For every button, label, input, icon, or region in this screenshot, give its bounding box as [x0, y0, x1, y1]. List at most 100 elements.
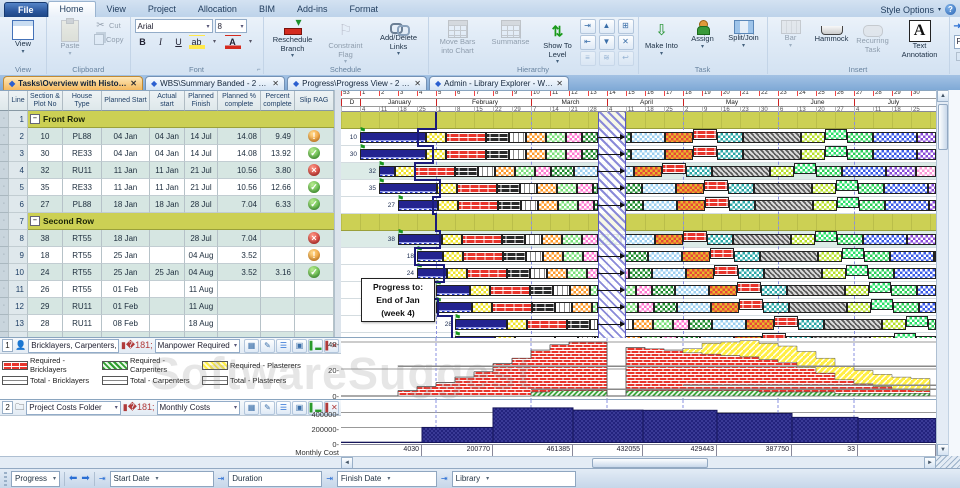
- column-header[interactable]: Line: [9, 91, 28, 111]
- close-icon[interactable]: ✕: [272, 79, 279, 88]
- cost-folder-combo[interactable]: Project Costs Folder▾: [26, 401, 121, 415]
- planned-start-cell[interactable]: 25 Jan: [102, 264, 150, 281]
- planned-pct-cell[interactable]: [218, 315, 261, 332]
- row-selector[interactable]: [0, 162, 9, 179]
- planned-start-cell[interactable]: 04 Jan: [102, 128, 150, 145]
- ribbon-tab-bim[interactable]: BIM: [248, 2, 286, 17]
- close-icon[interactable]: ✕: [414, 79, 421, 88]
- column-header[interactable]: House Type: [63, 91, 102, 111]
- ribbon-tab-home[interactable]: Home: [48, 1, 96, 17]
- delete-row-icon[interactable]: ✕: [618, 35, 634, 50]
- row-selector[interactable]: [0, 230, 9, 247]
- house-type-cell[interactable]: RT55: [63, 281, 102, 298]
- font-size-combo[interactable]: 8▾: [215, 19, 247, 33]
- highlight-button[interactable]: ab: [189, 35, 205, 50]
- bar-button[interactable]: Bar▾: [772, 19, 810, 62]
- summary-row[interactable]: 1–Front Row: [0, 111, 334, 128]
- actual-start-cell[interactable]: [150, 230, 185, 247]
- copy-button[interactable]: Copy: [92, 33, 126, 46]
- toolbar-handle[interactable]: [4, 472, 7, 486]
- house-type-cell[interactable]: RT55: [63, 230, 102, 247]
- percent-complete-cell[interactable]: 3.16: [261, 264, 295, 281]
- edit-graph-icon[interactable]: ✎: [260, 401, 275, 415]
- split-join-button[interactable]: Split/Join▾: [725, 19, 763, 62]
- plot-number-cell[interactable]: 29: [28, 298, 63, 315]
- table-row[interactable]: 1126RT5501 Feb11 Aug: [0, 281, 334, 298]
- actual-start-cell[interactable]: [150, 298, 185, 315]
- table-row[interactable]: 1328RU1108 Feb18 Aug: [0, 315, 334, 332]
- percent-complete-cell[interactable]: 13.92: [261, 145, 295, 162]
- close-icon[interactable]: ✕: [130, 79, 137, 88]
- file-tab[interactable]: File: [4, 2, 48, 17]
- cut-button[interactable]: ✂Cut: [92, 19, 126, 32]
- document-tab[interactable]: ◆Progress\Progress View - 2 Sto...✕: [287, 76, 427, 90]
- actual-start-cell[interactable]: 04 Jan: [150, 145, 185, 162]
- font-dialog-launcher[interactable]: ⌐: [257, 67, 261, 73]
- planned-start-cell[interactable]: 25 Jan: [102, 247, 150, 264]
- plot-number-cell[interactable]: 18: [28, 247, 63, 264]
- house-type-cell[interactable]: PL88: [63, 128, 102, 145]
- planned-pct-cell[interactable]: [218, 281, 261, 298]
- planned-pct-cell[interactable]: 3.52: [218, 247, 261, 264]
- statusbar-field-duration[interactable]: Duration: [228, 471, 322, 487]
- undo-move-icon[interactable]: ↩: [618, 51, 634, 66]
- planned-finish-cell[interactable]: 28 Jul: [185, 230, 218, 247]
- collapse-icon[interactable]: ≋: [599, 51, 615, 66]
- planned-start-cell[interactable]: 18 Jan: [102, 196, 150, 213]
- percent-complete-cell[interactable]: [261, 298, 295, 315]
- planned-start-cell[interactable]: 01 Feb: [102, 298, 150, 315]
- column-header[interactable]: Actual start: [150, 91, 185, 111]
- house-type-cell[interactable]: RU11: [63, 298, 102, 315]
- summary-cell[interactable]: –Second Row: [28, 213, 334, 230]
- summary-row[interactable]: 7–Second Row: [0, 213, 334, 230]
- paste-button[interactable]: Paste▾: [51, 19, 89, 62]
- planned-finish-cell[interactable]: 21 Jul: [185, 179, 218, 196]
- bold-button[interactable]: B: [135, 35, 151, 50]
- cost-bar[interactable]: [858, 419, 936, 443]
- table-row[interactable]: 838RT5518 Jan28 Jul7.04×: [0, 230, 334, 247]
- row-selector[interactable]: [0, 128, 9, 145]
- table-row[interactable]: 918RT5525 Jan04 Aug3.52!: [0, 247, 334, 264]
- font-name-combo[interactable]: Arial▾: [135, 19, 213, 33]
- percent-complete-cell[interactable]: 12.66: [261, 179, 295, 196]
- row-selector[interactable]: [0, 111, 9, 128]
- plot-number-cell[interactable]: 10: [28, 128, 63, 145]
- vertical-scroll-thumb[interactable]: [938, 104, 948, 150]
- cost-view-combo[interactable]: Monthly Costs▾: [157, 401, 241, 415]
- house-type-cell[interactable]: RT55: [63, 247, 102, 264]
- row-selector[interactable]: [0, 213, 9, 230]
- plot-number-cell[interactable]: 26: [28, 281, 63, 298]
- edit-graph-icon[interactable]: ✎: [260, 339, 275, 353]
- cost-bar[interactable]: [493, 408, 573, 443]
- resource-combo[interactable]: Bricklayers, Carpenters,▾: [28, 339, 119, 353]
- planned-finish-cell[interactable]: 21 Jul: [185, 162, 218, 179]
- column-header[interactable]: Planned Start: [102, 91, 150, 111]
- ribbon-tab-project[interactable]: Project: [137, 2, 187, 17]
- progress-type-combo[interactable]: Progress▾: [954, 35, 960, 49]
- row-selector[interactable]: [0, 315, 9, 332]
- horizontal-scroll-thumb[interactable]: [592, 458, 708, 468]
- column-header[interactable]: Percent complete: [261, 91, 295, 111]
- table-row[interactable]: 1229RU1101 Feb11 Aug: [0, 298, 334, 315]
- statusbar-field-library[interactable]: Library▾: [452, 471, 576, 487]
- highlight-caret[interactable]: ▾: [207, 35, 223, 50]
- ribbon-tab-add-ins[interactable]: Add-ins: [286, 2, 339, 17]
- row-selector[interactable]: [0, 196, 9, 213]
- row-selector[interactable]: [0, 145, 9, 162]
- planned-pct-cell[interactable]: 3.52: [218, 264, 261, 281]
- resize-grip[interactable]: [936, 456, 960, 468]
- statusbar-field-start-date[interactable]: Start Date▾: [110, 471, 214, 487]
- actual-start-cell[interactable]: 25 Jan: [150, 264, 185, 281]
- plot-number-cell[interactable]: 38: [28, 230, 63, 247]
- planned-pct-cell[interactable]: 7.04: [218, 196, 261, 213]
- move-down-icon[interactable]: ▼: [599, 35, 615, 50]
- plot-number-cell[interactable]: 35: [28, 179, 63, 196]
- actual-start-cell[interactable]: [150, 247, 185, 264]
- move-bars-button[interactable]: Move Bars into Chart: [433, 19, 483, 62]
- planned-finish-cell[interactable]: 14 Jul: [185, 128, 218, 145]
- font-color-button[interactable]: A: [225, 35, 241, 50]
- planned-finish-cell[interactable]: 14 Jul: [185, 145, 218, 162]
- row-selector[interactable]: [0, 264, 9, 281]
- plot-number-cell[interactable]: 32: [28, 162, 63, 179]
- planned-pct-cell[interactable]: 14.08: [218, 128, 261, 145]
